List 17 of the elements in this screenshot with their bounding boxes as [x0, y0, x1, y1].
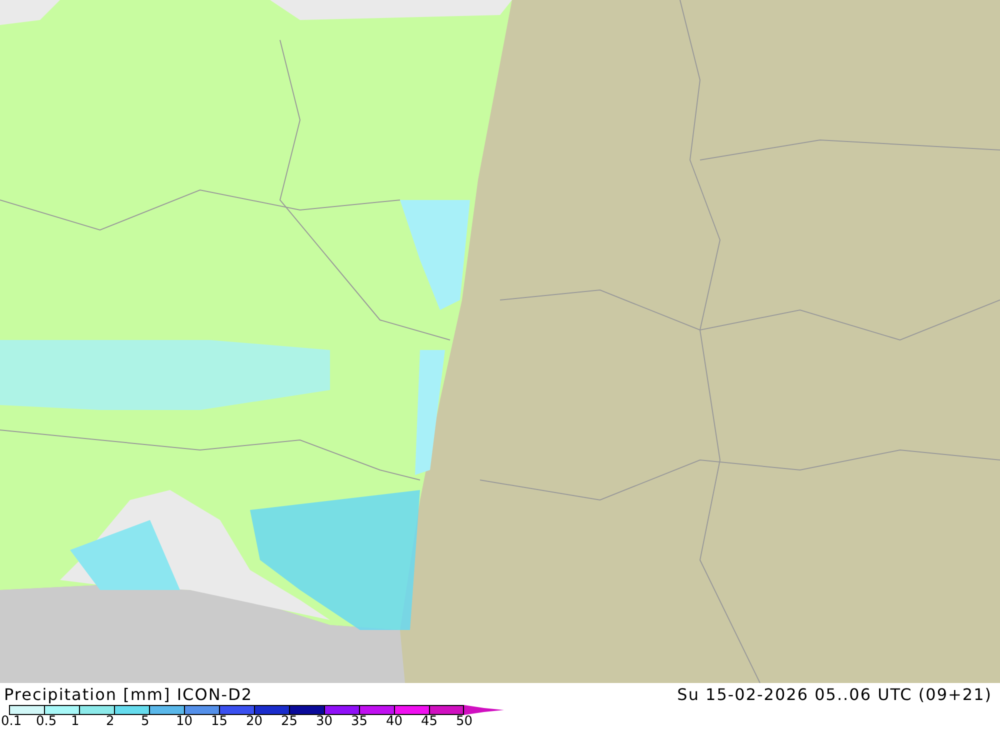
scale-label: 0.5	[36, 715, 58, 729]
scale-label: 2	[106, 715, 116, 729]
map-title: Precipitation [mm] ICON-D2	[4, 685, 254, 705]
scale-label: 50	[456, 715, 474, 729]
scale-label: 5	[141, 715, 150, 729]
scale-label: 10	[176, 715, 194, 729]
scale-label: 35	[351, 715, 369, 729]
scale-label: 30	[316, 715, 334, 729]
scale-arrow-icon	[464, 705, 504, 715]
scale-label: 1	[71, 715, 80, 729]
scale-label: 25	[281, 715, 299, 729]
scale-label: 40	[386, 715, 404, 729]
scale-label: 45	[421, 715, 439, 729]
scale-label: 20	[246, 715, 264, 729]
scale-label: 0.1	[1, 715, 23, 729]
valid-time: Su 15-02-2026 05..06 UTC (09+21)	[677, 685, 992, 706]
scale-label: 15	[211, 715, 229, 729]
